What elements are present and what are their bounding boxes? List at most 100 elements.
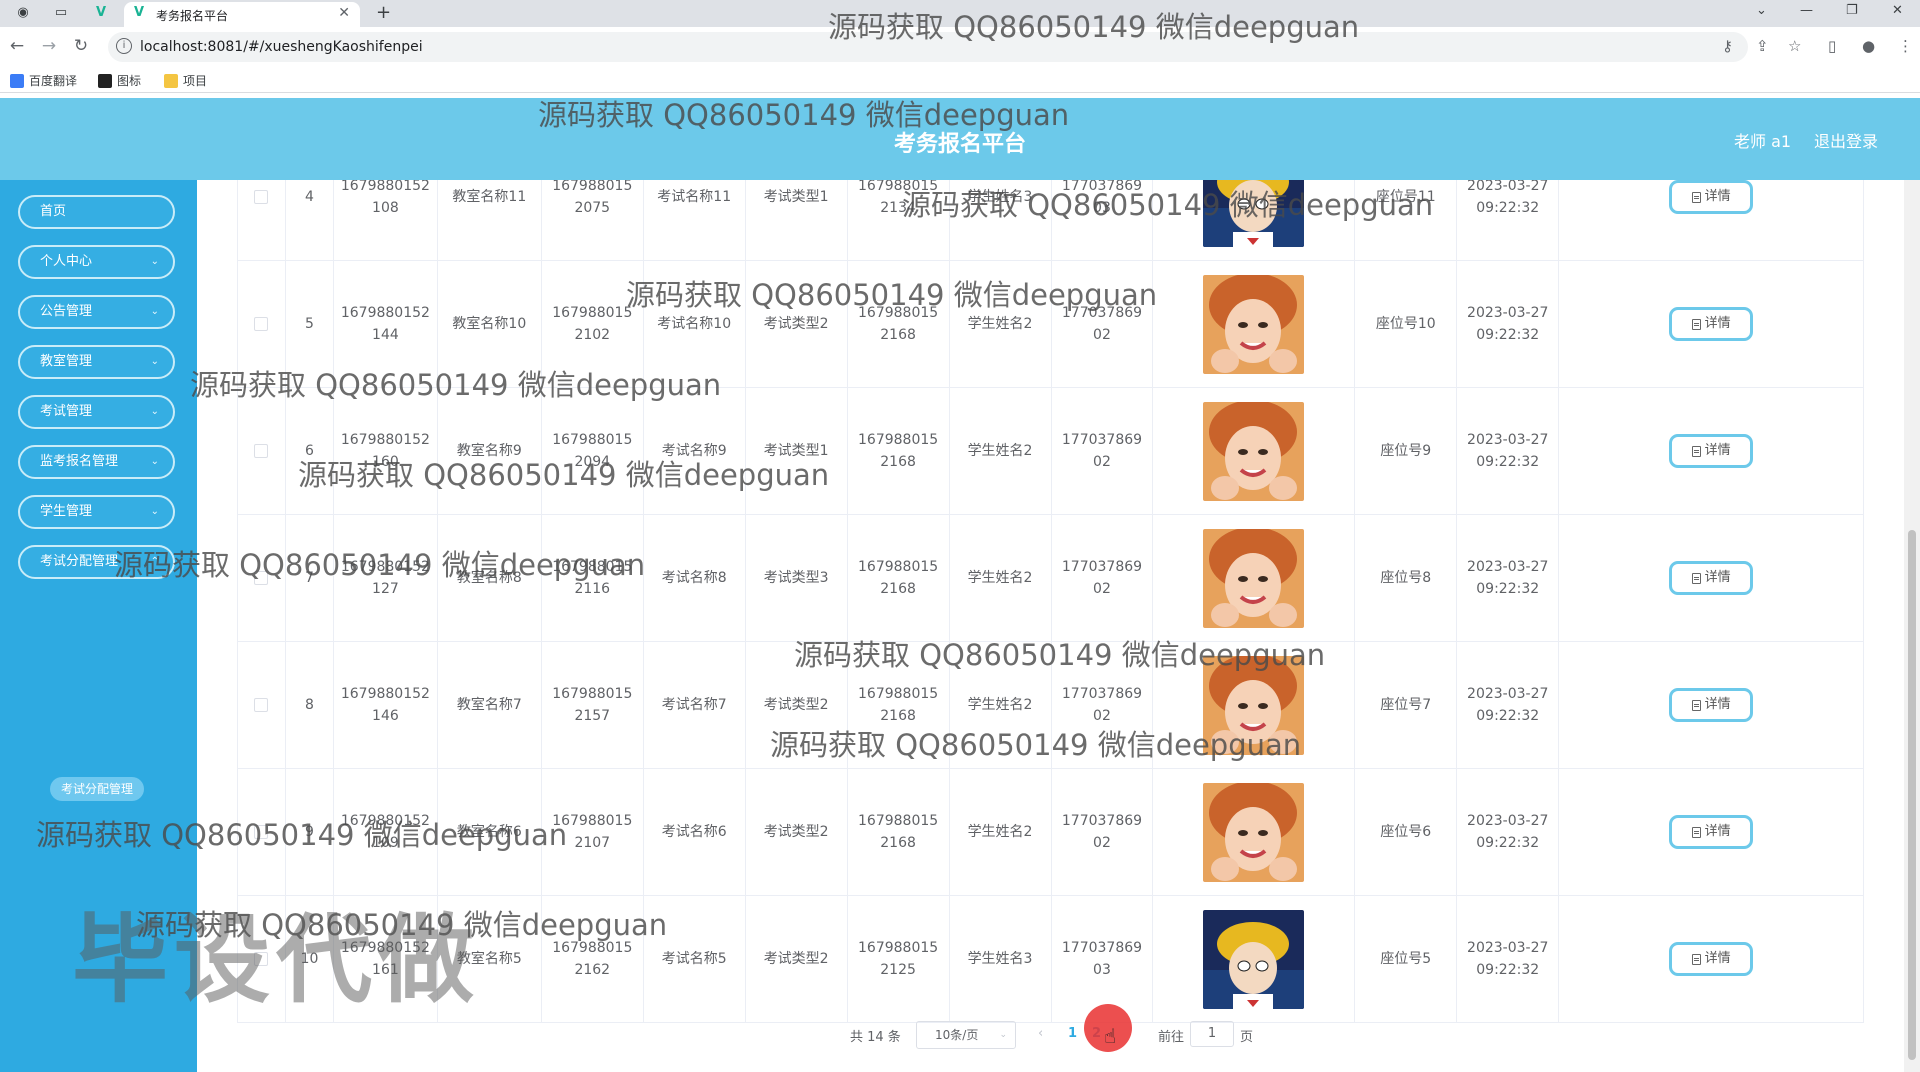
scrollbar-thumb[interactable]: [1908, 530, 1916, 1060]
action-cell: 详情: [1559, 388, 1864, 514]
student-name-cell-text: 学生姓名2: [967, 570, 1033, 586]
id-cell-text: 1679880152 109: [340, 813, 430, 851]
tab-title: 考务报名平台: [156, 9, 229, 23]
action-cell: 详情: [1559, 180, 1864, 260]
row-checkbox[interactable]: [254, 571, 269, 585]
seat-cell: 座位号9: [1355, 388, 1458, 514]
sidebar-item-exam-allocation[interactable]: 考试分配管理 ⌃: [18, 545, 175, 579]
seat-cell: 座位号7: [1355, 642, 1458, 768]
app-title: 考务报名平台: [893, 132, 1026, 157]
page-1-button[interactable]: 1: [1068, 1026, 1077, 1041]
id-cell: 1679880152 161: [334, 896, 438, 1022]
seat-cell-text: 座位号10: [1375, 316, 1436, 332]
sidebar-item-students[interactable]: 学生管理 ⌄: [18, 495, 175, 529]
profile-icon[interactable]: ●: [1862, 37, 1875, 55]
url-text[interactable]: localhost:8081/#/xueshengKaoshifenpei: [140, 39, 423, 55]
sidebar-item-proctor-signup[interactable]: 监考报名管理 ⌄: [18, 445, 175, 479]
id-cell-text: 1679880152 127: [340, 559, 430, 597]
exam-name-cell: 考试名称6: [644, 769, 746, 895]
time-cell: 2023-03-27 09:22:32: [1457, 896, 1560, 1022]
sidebar-item-notices[interactable]: 公告管理 ⌄: [18, 295, 175, 329]
close-tab-icon[interactable]: ✕: [338, 5, 350, 21]
sidebar-subitem-exam-allocation[interactable]: 考试分配管理: [50, 777, 144, 801]
photo-cell: [1153, 180, 1356, 260]
sidebar-item-classrooms[interactable]: 教室管理 ⌄: [18, 345, 175, 379]
row-checkbox[interactable]: [254, 317, 269, 331]
url-field[interactable]: i localhost:8081/#/xueshengKaoshifenpei: [108, 32, 1748, 62]
row-checkbox[interactable]: [254, 444, 269, 458]
bookmark-fanyi[interactable]: 百度翻译: [10, 72, 77, 89]
exam-type-cell-text: 考试类型1: [763, 189, 829, 205]
exam-id-cell: 167988015 2157: [542, 642, 644, 768]
exam-type-cell: 考试类型1: [746, 388, 848, 514]
goto-page-input[interactable]: 1: [1190, 1021, 1234, 1047]
phone-cell: 177037869 02: [1052, 642, 1154, 768]
page-size-select[interactable]: 10条/页 ⌄: [916, 1021, 1016, 1049]
share-icon[interactable]: ⇪: [1756, 37, 1769, 55]
row-checkbox: [238, 515, 286, 641]
restore-icon[interactable]: ❐: [1846, 3, 1858, 18]
exam-type-cell-text: 考试类型2: [763, 316, 829, 332]
row-checkbox[interactable]: [254, 190, 269, 204]
back-icon[interactable]: ←: [6, 35, 28, 57]
student-id-cell: 167988015 2168: [848, 769, 950, 895]
vue-tab-icon[interactable]: V: [92, 4, 110, 22]
minimize-icon[interactable]: —: [1800, 3, 1813, 18]
exam-name-cell: 考试名称8: [644, 515, 746, 641]
detail-button[interactable]: 详情: [1669, 434, 1754, 468]
chevron-down-icon: ⌄: [999, 1030, 1007, 1040]
prev-page-button[interactable]: ‹: [1038, 1026, 1043, 1041]
logout-link[interactable]: 退出登录: [1814, 128, 1878, 152]
sidebar-item-home[interactable]: 首页: [18, 195, 175, 229]
side-panel-icon[interactable]: ▯: [1828, 37, 1836, 55]
sidebar-item-exams[interactable]: 考试管理 ⌄: [18, 395, 175, 429]
phone-cell: 177037869 02: [1052, 261, 1154, 387]
id-cell-text: 1679880152 161: [340, 940, 430, 978]
detail-button[interactable]: 详情: [1669, 561, 1754, 595]
browser-menu-icon[interactable]: ◉: [14, 4, 32, 22]
exam-id-cell-text: 167988015 2102: [552, 305, 633, 343]
tab-icon[interactable]: ▭: [52, 4, 70, 22]
exam-id-cell-text: 167988015 2157: [552, 686, 633, 724]
row-checkbox[interactable]: [254, 952, 269, 966]
sidebar-item-profile[interactable]: 个人中心 ⌄: [18, 245, 175, 279]
student-id-cell-text: 167988015 2168: [858, 559, 939, 597]
star-icon[interactable]: ☆: [1788, 37, 1801, 55]
tab-search-icon[interactable]: ⌄: [1756, 3, 1767, 18]
detail-button[interactable]: 详情: [1669, 815, 1754, 849]
detail-button[interactable]: 详情: [1669, 688, 1754, 722]
pagination: 共 14 条 10条/页 ⌄ ‹ 1 2 前往 1 页: [0, 1020, 1920, 1050]
id-cell-text: 1679880152 144: [340, 305, 430, 343]
forward-icon[interactable]: →: [38, 35, 60, 57]
image-icon: [98, 73, 112, 88]
classroom-cell: 教室名称6: [438, 769, 542, 895]
app-header: 考务报名平台 老师 a1 退出登录: [0, 98, 1920, 180]
page-scrollbar[interactable]: [1904, 180, 1920, 1072]
allocation-table: 4 1679880152 108 教室名称11 167988015 2075 考试名称1…: [237, 180, 1864, 1023]
classroom-cell: 教室名称5: [438, 896, 542, 1022]
exam-type-cell-text: 考试类型2: [763, 824, 829, 840]
detail-button[interactable]: 详情: [1669, 307, 1754, 341]
more-icon[interactable]: ⋮: [1898, 37, 1913, 55]
row-checkbox[interactable]: [254, 825, 269, 839]
new-tab-icon[interactable]: +: [376, 2, 391, 23]
row-checkbox[interactable]: [254, 698, 269, 712]
tab-active[interactable]: V 考务报名平台 ✕: [124, 2, 360, 27]
student-name-cell: 学生姓名2: [950, 388, 1052, 514]
user-label[interactable]: 老师 a1: [1734, 128, 1791, 152]
detail-button[interactable]: 详情: [1669, 942, 1754, 976]
document-icon: [1691, 191, 1701, 203]
close-window-icon[interactable]: ✕: [1892, 3, 1903, 18]
bookmark-icons[interactable]: 图标: [98, 72, 141, 89]
key-icon[interactable]: ⚷: [1722, 37, 1733, 55]
student-id-cell: 167988015 2168: [848, 261, 950, 387]
exam-type-cell-text: 考试类型2: [763, 951, 829, 967]
goto-label: 前往: [1158, 1030, 1185, 1045]
id-cell-text: 1679880152 108: [340, 180, 430, 216]
exam-name-cell: 考试名称10: [644, 261, 746, 387]
reload-icon[interactable]: ↻: [70, 35, 92, 57]
detail-button[interactable]: 详情: [1669, 180, 1754, 214]
bookmark-project[interactable]: 项目: [164, 72, 207, 89]
table-row: 4 1679880152 108 教室名称11 167988015 2075 考试名称1…: [238, 180, 1864, 261]
site-info-icon[interactable]: i: [116, 38, 132, 54]
